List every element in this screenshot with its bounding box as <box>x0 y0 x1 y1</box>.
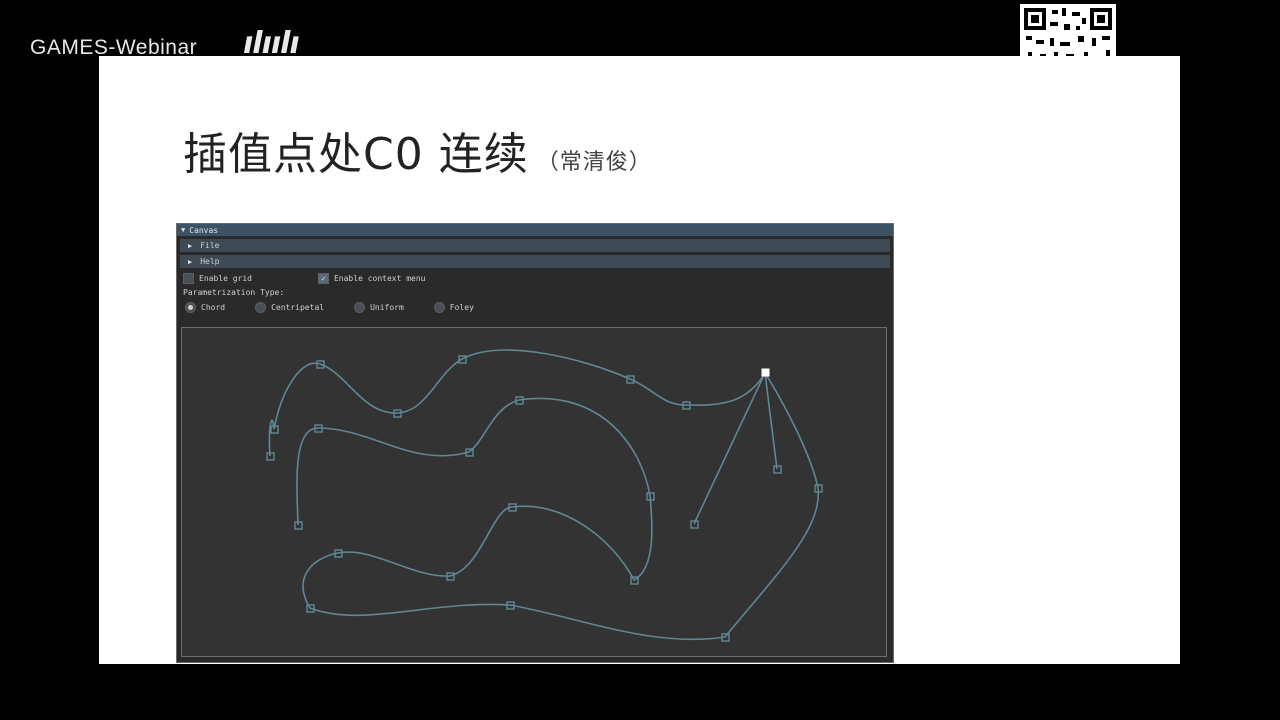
radio-foley-button[interactable] <box>433 301 445 313</box>
enable-grid-checkbox[interactable] <box>183 272 194 284</box>
radio-centripetal[interactable]: Centripetal <box>255 301 325 313</box>
expand-triangle-icon: ▶ <box>188 257 193 266</box>
expand-triangle-icon: ▶ <box>188 241 193 250</box>
radio-foley[interactable]: Foley <box>433 301 474 313</box>
drawing-canvas[interactable] <box>181 327 887 657</box>
radio-chord[interactable]: Chord <box>185 301 226 313</box>
tangent-line-2 <box>764 372 778 470</box>
radio-chord-button[interactable] <box>185 301 196 313</box>
options-row: Enable grid Enable context menu <box>177 270 893 286</box>
radio-chord-label: Chord <box>201 302 226 312</box>
enable-context-menu-label: Enable context menu <box>333 273 426 283</box>
section-help-label: Help <box>200 257 220 266</box>
radio-uniform[interactable]: Uniform <box>354 301 404 313</box>
enable-grid-label: Enable grid <box>199 273 252 283</box>
radio-uniform-button[interactable] <box>354 301 366 313</box>
parametrization-radio-group: Chord Centripetal Uniform Foley <box>177 299 893 315</box>
window-titlebar[interactable]: ▼ Canvas <box>177 224 893 236</box>
spline-curve <box>268 349 819 641</box>
enable-grid-option[interactable]: Enable grid <box>183 272 252 284</box>
section-file-label: File <box>200 241 220 250</box>
window-title: Canvas <box>189 225 219 235</box>
enable-context-menu-checkbox[interactable] <box>317 272 329 284</box>
curve-svg[interactable] <box>182 328 886 656</box>
slide-title-text: 插值点处C0 连续 <box>183 129 529 180</box>
canvas-app-window: ▼ Canvas ▶ File ▶ Help Enable grid Enabl… <box>176 223 894 663</box>
slide-title: 插值点处C0 连续 （常清俊） <box>183 118 652 182</box>
radio-foley-label: Foley <box>449 302 474 312</box>
enable-context-menu-option[interactable]: Enable context menu <box>317 272 426 284</box>
radio-uniform-label: Uniform <box>370 302 404 312</box>
slide-subtitle: （常清俊） <box>536 150 652 175</box>
section-help[interactable]: ▶ Help <box>180 255 890 268</box>
parametrization-type-label: Parametrization Type: <box>183 288 285 297</box>
radio-centripetal-button[interactable] <box>255 301 267 313</box>
selected-control-point <box>761 368 770 377</box>
tangent-line-1 <box>693 372 766 525</box>
section-file[interactable]: ▶ File <box>180 239 890 252</box>
radio-centripetal-label: Centripetal <box>271 302 325 312</box>
collapse-triangle-icon[interactable]: ▼ <box>181 226 185 234</box>
